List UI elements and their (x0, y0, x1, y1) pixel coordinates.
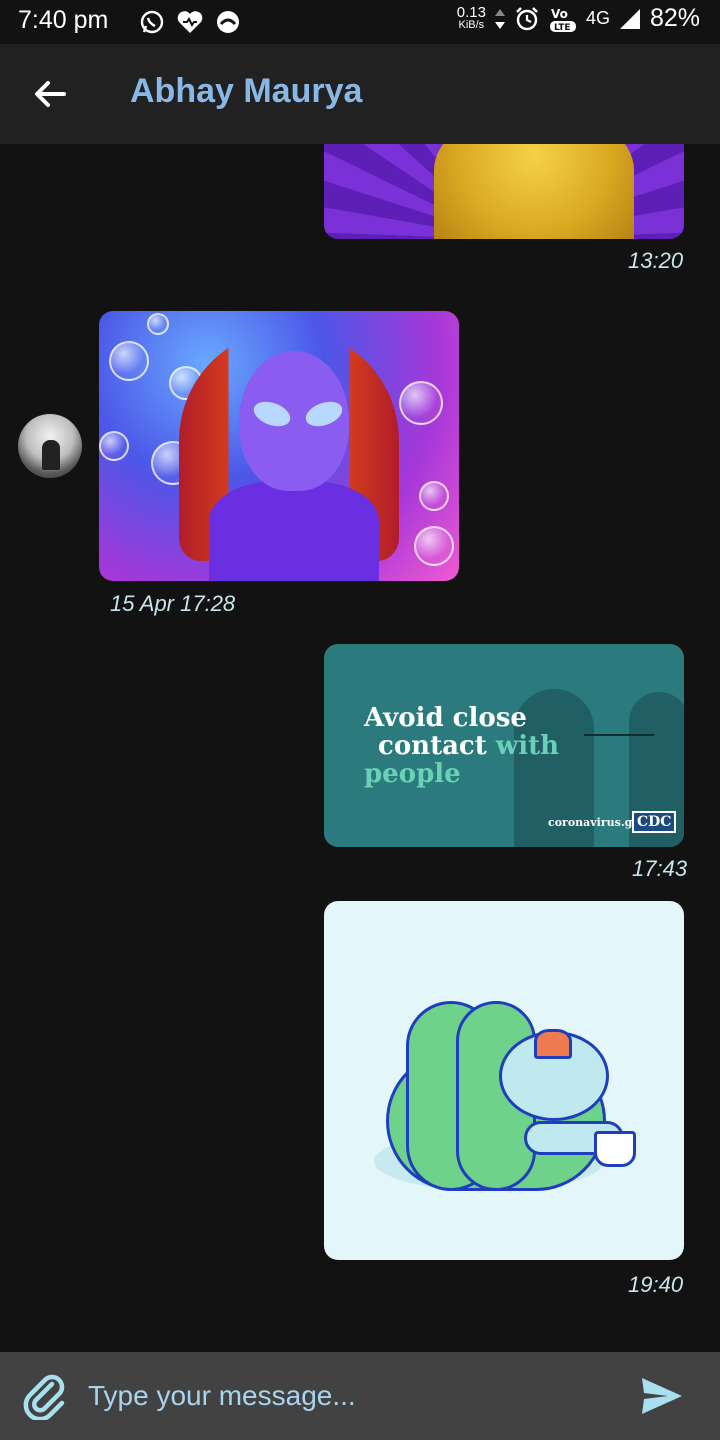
bubble-decoration (147, 313, 169, 335)
avatar[interactable] (18, 414, 82, 478)
alien-head (239, 351, 349, 491)
message-image[interactable] (324, 901, 684, 1260)
image-fur (434, 144, 634, 239)
caption-line: contact with (364, 732, 559, 760)
message-input[interactable] (88, 1368, 608, 1424)
avatar-figure (42, 440, 60, 470)
bubble-decoration (399, 381, 443, 425)
message-list[interactable]: 13:20 15 Apr 17:28 Avoid close contact w… (0, 144, 720, 1352)
arrow-left-icon (35, 81, 66, 107)
image-caption: Avoid close contact with people (364, 704, 559, 788)
distance-arrow (584, 734, 654, 736)
message-image[interactable]: Avoid close contact with people coronavi… (324, 644, 684, 847)
caption-line: Avoid close (364, 703, 527, 733)
data-arrows-icon (494, 8, 505, 29)
alien-eye (250, 397, 294, 431)
caption-word: contact (378, 731, 487, 761)
send-icon (642, 1378, 682, 1414)
signal-icon (619, 8, 640, 29)
message-timestamp: 13:20 (628, 248, 684, 273)
volte-icon: Vo LTE (549, 7, 576, 33)
net-speed: 0.13 KiB/s (456, 3, 486, 31)
status-bar: 7:40 pm 0.13 KiB/s Vo LTE 4G 82% (0, 0, 720, 44)
status-right: 0.13 KiB/s Vo LTE 4G 82% (457, 4, 700, 33)
caption-word: with (495, 731, 560, 761)
alien-eye (302, 397, 346, 431)
message-image[interactable] (99, 311, 459, 581)
message-timestamp: 15 Apr 17:28 (110, 591, 236, 616)
bubble-decoration (419, 481, 449, 511)
bubble-decoration (109, 341, 149, 381)
alien-body (209, 481, 379, 581)
cdc-logo: CDC (632, 811, 677, 833)
net-speed-value: 0.13 (456, 3, 486, 21)
whatsapp-icon (138, 8, 166, 36)
message-image[interactable] (324, 144, 684, 239)
caption-line: people (364, 759, 461, 789)
message-timestamp: 19:40 (628, 1272, 684, 1297)
status-time: 7:40 pm (18, 6, 109, 34)
send-button[interactable] (640, 1376, 684, 1416)
heart-icon (176, 8, 204, 36)
message-timestamp: 17:43 (632, 856, 688, 881)
notification-icons (138, 8, 242, 36)
alarm-icon (516, 6, 538, 30)
composer (0, 1352, 720, 1440)
chat-title: Abhay Maurya (130, 72, 363, 110)
network-type: 4G (585, 8, 610, 28)
bubble-decoration (99, 431, 129, 461)
battery-percent: 82% (649, 4, 700, 32)
attach-button[interactable] (22, 1372, 70, 1422)
cup (594, 1131, 636, 1167)
bubble-decoration (414, 526, 454, 566)
back-button[interactable] (28, 72, 72, 116)
paperclip-icon (23, 1374, 65, 1422)
app-bar: Abhay Maurya (0, 44, 720, 144)
svg-text:LTE: LTE (554, 23, 571, 33)
bear-hat (534, 1029, 572, 1059)
svg-text:Vo: Vo (551, 7, 568, 21)
net-speed-unit: KiB/s (458, 18, 485, 31)
app-icon (214, 8, 242, 36)
